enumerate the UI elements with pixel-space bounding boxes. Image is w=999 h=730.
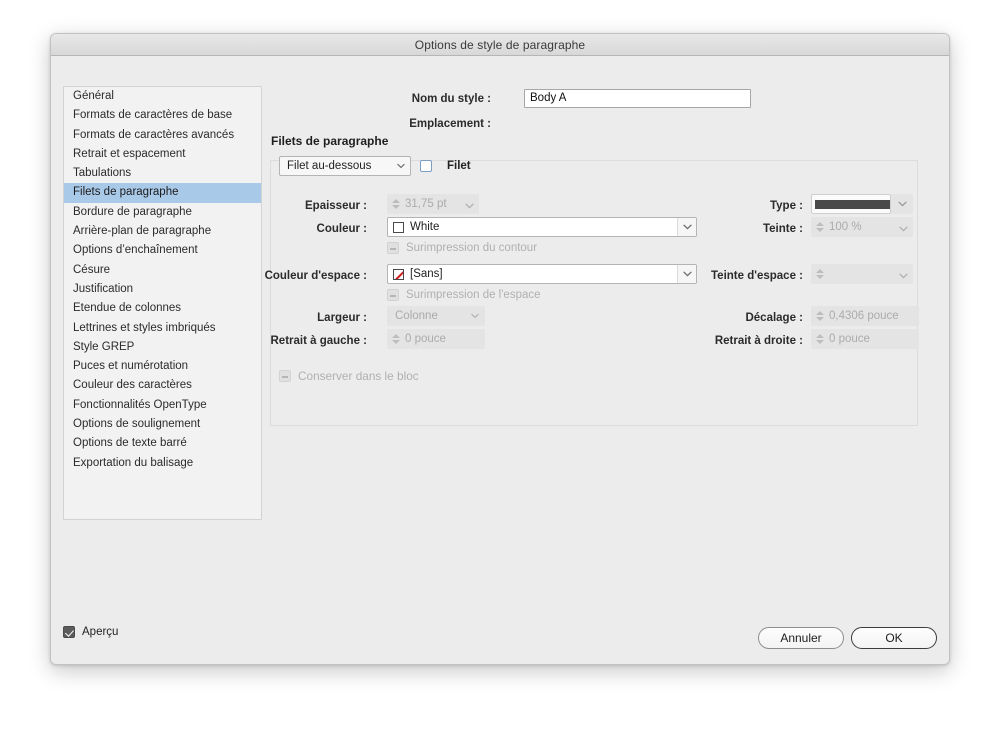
sidebar-item[interactable]: Puces et numérotation: [64, 357, 261, 376]
weight-value: 31,75 pt: [405, 198, 447, 210]
sidebar-item[interactable]: Bordure de paragraphe: [64, 203, 261, 222]
offset-stepper[interactable]: 0,4306 pouce: [811, 306, 919, 326]
overprint-gap-checkbox[interactable]: [387, 289, 399, 301]
stepper-arrows-icon[interactable]: [815, 332, 824, 346]
chevron-down-icon: [397, 162, 405, 170]
offset-value: 0,4306 pouce: [829, 310, 899, 322]
tint-label: Teinte :: [762, 223, 803, 235]
left-indent-label: Retrait à gauche :: [270, 335, 368, 347]
rule-position-value: Filet au-dessous: [287, 160, 372, 172]
rule-position-select[interactable]: Filet au-dessous: [279, 156, 411, 176]
color-label: Couleur :: [316, 223, 367, 235]
tint-value: 100 %: [829, 221, 862, 233]
sidebar-item[interactable]: Formats de caractères avancés: [64, 126, 261, 145]
left-indent-stepper[interactable]: 0 pouce: [387, 329, 485, 349]
overprint-stroke-checkbox[interactable]: [387, 242, 399, 254]
cancel-button-label: Annuler: [780, 631, 822, 645]
sidebar-item[interactable]: Options de soulignement: [64, 415, 261, 434]
ok-button-label: OK: [885, 631, 903, 645]
color-select[interactable]: White: [387, 217, 697, 237]
sidebar-item[interactable]: Justification: [64, 280, 261, 299]
sidebar-item[interactable]: Formats de caractères de base: [64, 106, 261, 125]
width-select[interactable]: Colonne: [387, 306, 485, 326]
gap-color-label: Couleur d'espace :: [264, 270, 367, 282]
chevron-down-icon[interactable]: [465, 200, 474, 212]
rule-enable-checkbox[interactable]: [420, 160, 432, 172]
section-title: Filets de paragraphe: [271, 134, 389, 148]
preview-label: Aperçu: [82, 626, 119, 638]
gap-color-select[interactable]: [Sans]: [387, 264, 697, 284]
type-select[interactable]: [811, 194, 891, 214]
chevron-down-icon[interactable]: [899, 270, 908, 282]
stepper-arrows-icon[interactable]: [815, 267, 824, 281]
color-swatch-none-icon: [393, 268, 404, 280]
style-name-value: Body A: [530, 92, 567, 104]
chevron-down-icon[interactable]: [677, 218, 696, 236]
sidebar-item[interactable]: Style GREP: [64, 338, 261, 357]
location-label: Emplacement :: [409, 118, 491, 130]
sidebar-item[interactable]: Lettrines et styles imbriqués: [64, 319, 261, 338]
sidebar-item[interactable]: Filets de paragraphe: [64, 183, 261, 203]
cancel-button[interactable]: Annuler: [758, 627, 844, 649]
stepper-arrows-icon[interactable]: [815, 309, 824, 323]
dialog-title: Options de style de paragraphe: [414, 37, 586, 52]
sidebar-item[interactable]: Couleur des caractères: [64, 376, 261, 395]
sidebar-item[interactable]: Exportation du balisage: [64, 454, 261, 473]
stepper-arrows-icon[interactable]: [391, 197, 400, 211]
sidebar-item[interactable]: Retrait et espacement: [64, 145, 261, 164]
dialog-body: Général Formats de caractères de base Form…: [51, 56, 949, 664]
sidebar-item[interactable]: Etendue de colonnes: [64, 299, 261, 318]
style-name-label: Nom du style :: [411, 93, 491, 105]
sidebar-item[interactable]: Fonctionnalités OpenType: [64, 396, 261, 415]
type-label: Type :: [769, 200, 803, 212]
ok-button[interactable]: OK: [851, 627, 937, 649]
gap-tint-label: Teinte d'espace :: [711, 270, 803, 282]
sidebar-item[interactable]: Général: [64, 87, 261, 106]
rule-enable-label: Filet: [447, 160, 471, 172]
sidebar-item[interactable]: Options de texte barré: [64, 434, 261, 453]
right-indent-stepper[interactable]: 0 pouce: [811, 329, 919, 349]
stepper-arrows-icon[interactable]: [391, 332, 400, 346]
right-indent-label: Retrait à droite :: [714, 335, 803, 347]
weight-label: Epaisseur :: [305, 200, 367, 212]
color-swatch-white-icon: [393, 221, 404, 233]
gap-color-value: [Sans]: [410, 268, 443, 280]
keep-in-frame-checkbox[interactable]: [279, 370, 291, 382]
paragraph-style-options-dialog: Options de style de paragraphe Général Fo…: [50, 33, 950, 665]
overprint-stroke-label: Surimpression du contour: [406, 242, 538, 254]
overprint-gap-row[interactable]: Surimpression de l'espace: [387, 285, 541, 305]
offset-label: Décalage :: [745, 312, 803, 324]
type-select-chevron[interactable]: [891, 194, 913, 214]
sidebar-item[interactable]: Options d’enchaînement: [64, 241, 261, 260]
chevron-down-icon[interactable]: [471, 312, 479, 320]
sidebar-item[interactable]: Césure: [64, 261, 261, 280]
dialog-titlebar: Options de style de paragraphe: [51, 34, 949, 56]
weight-stepper[interactable]: 31,75 pt: [387, 194, 479, 214]
preview-row[interactable]: Aperçu: [63, 626, 118, 638]
overprint-gap-label: Surimpression de l'espace: [406, 289, 541, 301]
preview-checkbox[interactable]: [63, 626, 75, 638]
width-label: Largeur :: [317, 312, 367, 324]
sidebar-item[interactable]: Arrière-plan de paragraphe: [64, 222, 261, 241]
rule-position-row: Filet au-dessous Filet: [279, 156, 471, 176]
sidebar-item[interactable]: Tabulations: [64, 164, 261, 183]
tint-stepper[interactable]: 100 %: [811, 217, 913, 237]
keep-in-frame-row[interactable]: Conserver dans le bloc: [279, 366, 419, 386]
chevron-down-icon: [897, 201, 907, 207]
style-name-input[interactable]: Body A: [524, 89, 751, 108]
keep-in-frame-label: Conserver dans le bloc: [298, 369, 419, 383]
gap-tint-stepper[interactable]: [811, 264, 913, 284]
chevron-down-icon[interactable]: [899, 223, 908, 235]
rule-type-preview-icon: [815, 199, 890, 209]
overprint-stroke-row[interactable]: Surimpression du contour: [387, 238, 537, 258]
color-value: White: [410, 221, 440, 233]
category-list[interactable]: Général Formats de caractères de base Form…: [63, 86, 262, 520]
right-indent-value: 0 pouce: [829, 333, 870, 345]
width-value: Colonne: [395, 310, 438, 322]
left-indent-value: 0 pouce: [405, 333, 446, 345]
stepper-arrows-icon[interactable]: [815, 220, 824, 234]
